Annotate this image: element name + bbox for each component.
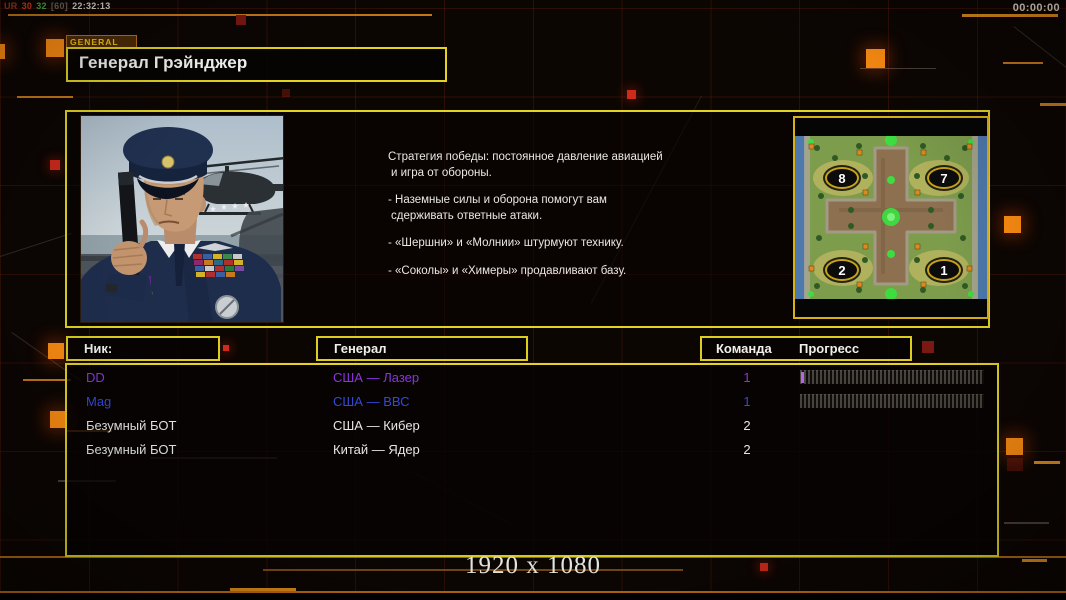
loading-screen: UR3032[60]22:32:13 00:00:00 GENERAL Гене… <box>0 0 1066 600</box>
vignette-overlay <box>0 0 1066 600</box>
